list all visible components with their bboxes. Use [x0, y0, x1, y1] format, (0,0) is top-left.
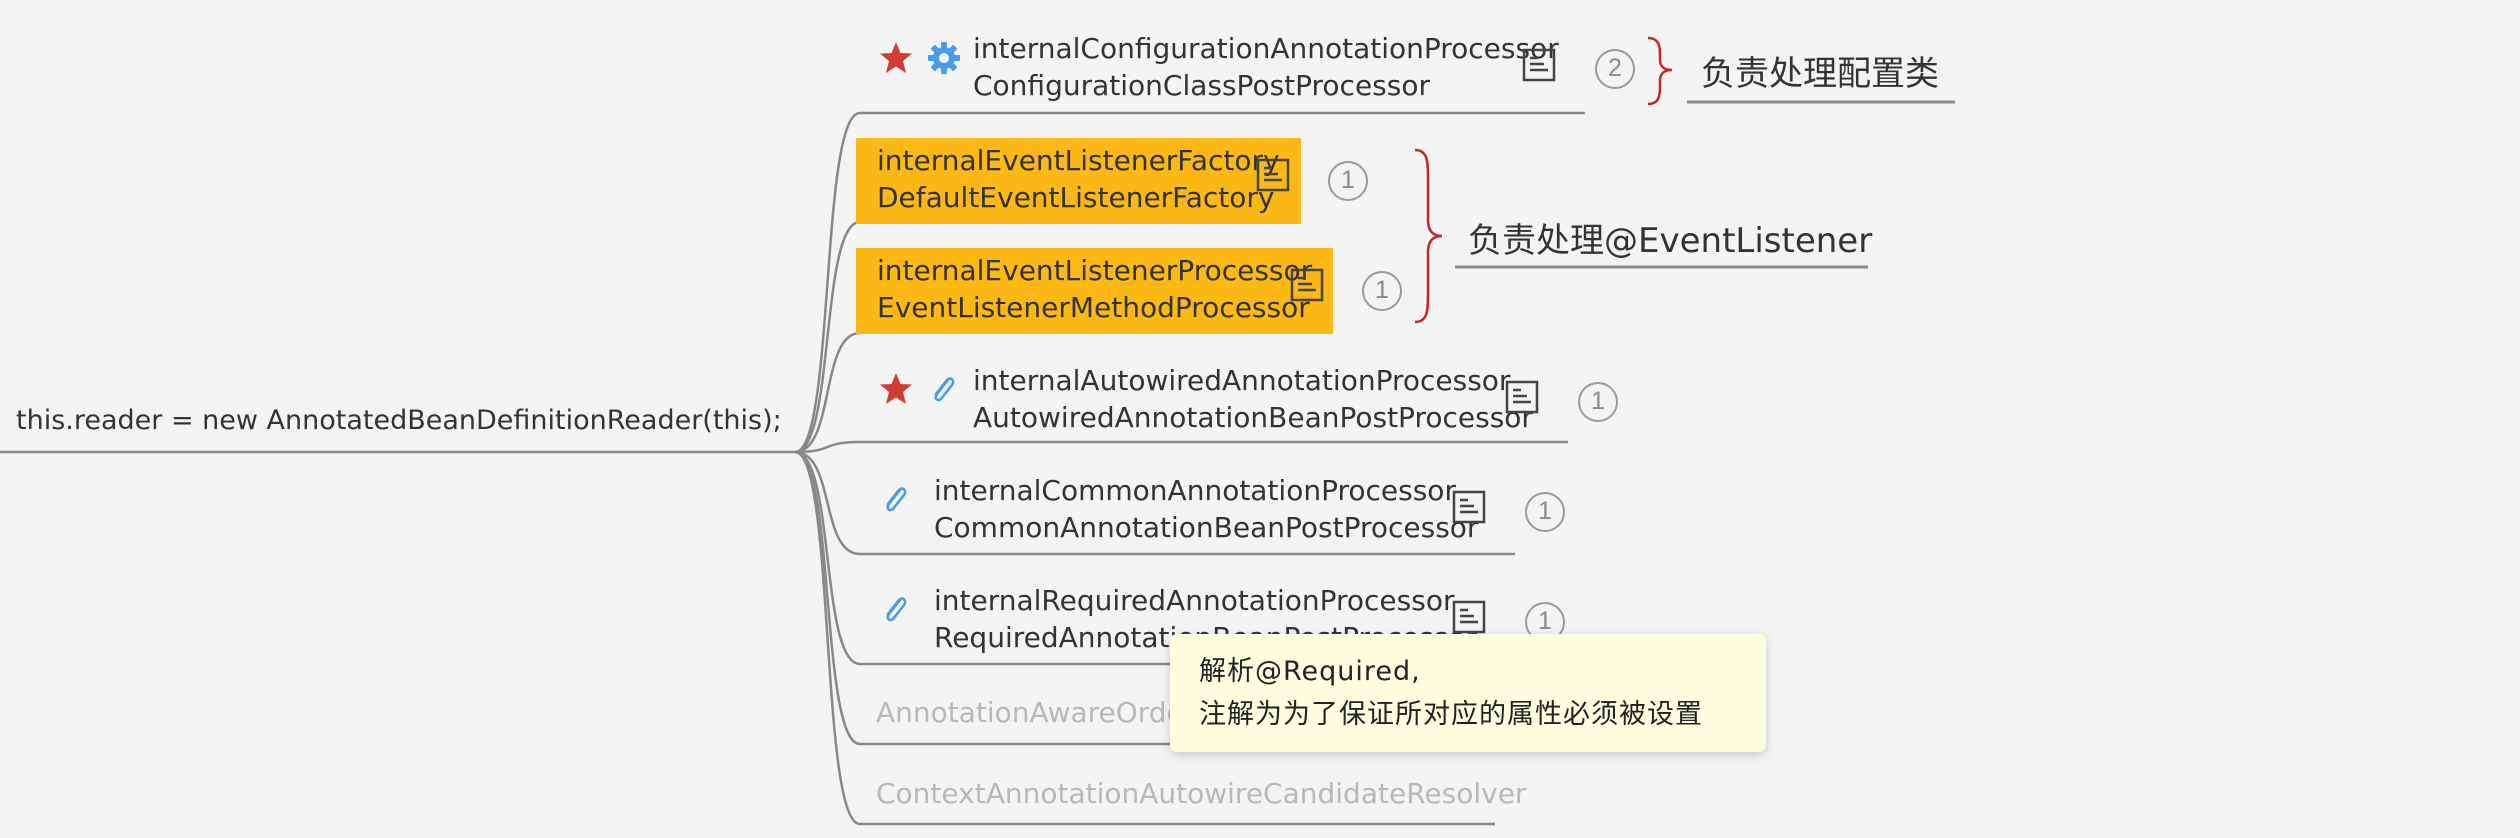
node-line2: AutowiredAnnotationBeanPostProcessor: [973, 401, 1533, 434]
branch-4: [794, 440, 1568, 454]
node-line1: internalConfigurationAnnotationProcessor: [973, 32, 1559, 65]
node-line1: internalAutowiredAnnotationProcessor: [973, 364, 1511, 397]
node-event-listener-processor[interactable]: internalEventListenerProcessor EventList…: [856, 248, 1334, 334]
node-configuration-processor[interactable]: internalConfigurationAnnotationProcessor…: [973, 30, 1559, 104]
note-icon[interactable]: [1452, 600, 1486, 634]
node-autowired-processor[interactable]: internalAutowiredAnnotationProcessor Aut…: [973, 362, 1533, 436]
node-line2: DefaultEventListenerFactory: [877, 181, 1275, 214]
note-icon[interactable]: [1452, 490, 1486, 524]
paperclip-icon: [886, 597, 907, 622]
root-node[interactable]: this.reader = new AnnotatedBeanDefinitio…: [16, 405, 782, 436]
node-line2: CommonAnnotationBeanPostProcessor: [934, 511, 1479, 544]
paperclip-icon: [934, 377, 955, 402]
child-count-badge[interactable]: 1: [1578, 382, 1618, 422]
paperclip-icon: [886, 487, 907, 512]
child-count-badge[interactable]: 1: [1328, 161, 1368, 201]
brace-label-config[interactable]: 负责处理配置类: [1701, 46, 1939, 95]
node-line1: ContextAnnotationAutowireCandidateResolv…: [876, 777, 1527, 810]
node-line1: internalRequiredAnnotationProcessor: [934, 584, 1455, 617]
gear-icon: [928, 42, 960, 74]
star-icon: [880, 42, 912, 73]
brace-2: [1414, 148, 1443, 324]
node-line2: EventListenerMethodProcessor: [877, 291, 1310, 324]
brace-1: [1647, 36, 1673, 106]
branch-3: [794, 331, 861, 454]
note-icon[interactable]: [1505, 380, 1539, 414]
child-count-badge[interactable]: 1: [1362, 271, 1402, 311]
brace-label-event-listener[interactable]: 负责处理@EventListener: [1468, 213, 1872, 262]
star-icon: [880, 373, 912, 404]
node-line1: internalEventListenerFactory: [877, 144, 1280, 177]
tooltip-line2: 注解为为了保证所对应的属性必须被设置: [1199, 699, 1703, 730]
note-icon[interactable]: [1256, 158, 1290, 192]
node-autowire-candidate-resolver[interactable]: ContextAnnotationAutowireCandidateResolv…: [876, 775, 1526, 812]
node-common-processor[interactable]: internalCommonAnnotationProcessor Common…: [934, 472, 1478, 546]
node-line1: internalEventListenerProcessor: [877, 254, 1313, 287]
node-line1: internalCommonAnnotationProcessor: [934, 474, 1456, 507]
node-line2: ConfigurationClassPostProcessor: [973, 69, 1430, 102]
note-tooltip: 解析@Required, 注解为为了保证所对应的属性必须被设置: [1170, 634, 1766, 752]
note-icon[interactable]: [1290, 268, 1324, 302]
note-icon[interactable]: [1522, 48, 1556, 82]
tooltip-line1: 解析@Required,: [1199, 656, 1421, 687]
node-event-listener-factory[interactable]: internalEventListenerFactory DefaultEven…: [856, 138, 1301, 224]
child-count-badge[interactable]: 1: [1525, 492, 1565, 532]
child-count-badge[interactable]: 2: [1595, 49, 1635, 89]
